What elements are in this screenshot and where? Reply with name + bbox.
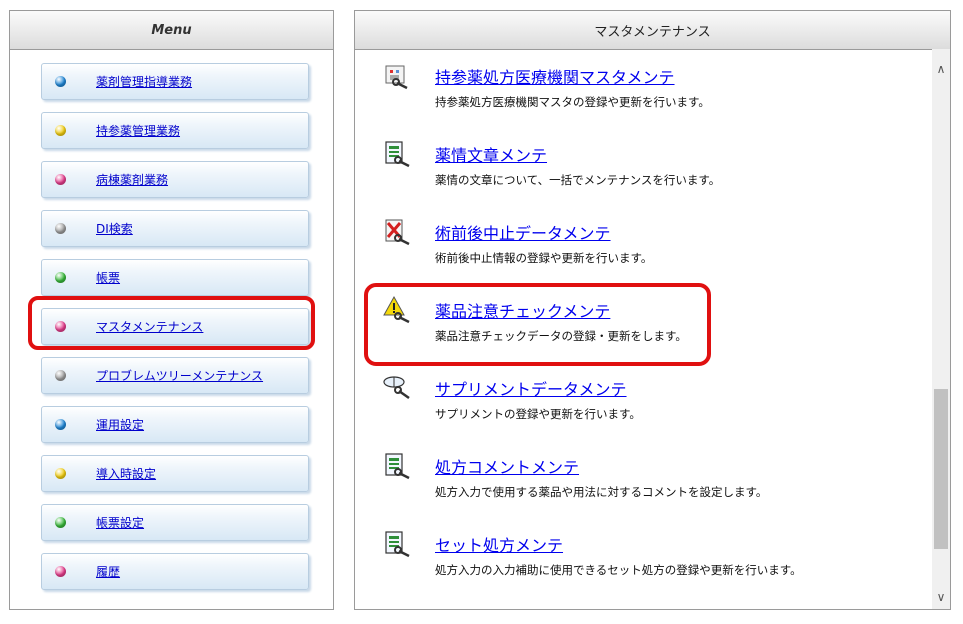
- document-wrench-icon: [385, 453, 410, 480]
- menu-item-label[interactable]: 履歴: [96, 563, 120, 580]
- bullet-icon: [55, 419, 66, 430]
- bullet-icon: [55, 76, 66, 87]
- menu-item-reports[interactable]: 帳票: [41, 259, 309, 296]
- entry-desc: 薬品注意チェックデータの登録・更新をします。: [435, 329, 687, 343]
- menu-item-report-settings[interactable]: 帳票設定: [41, 504, 309, 541]
- entry-drug-info-text: 薬情文章メンテ 薬情の文章について、一括でメンテナンスを行います。: [383, 139, 923, 209]
- bullet-icon: [55, 566, 66, 577]
- bullet-icon: [55, 321, 66, 332]
- bullet-icon: [55, 272, 66, 283]
- menu-item-di-search[interactable]: DI検索: [41, 210, 309, 247]
- entry-title[interactable]: サプリメントデータメンテ: [435, 376, 627, 400]
- scroll-up-icon[interactable]: ∧: [932, 59, 950, 79]
- menu-item-label[interactable]: 病棟薬剤業務: [96, 171, 168, 188]
- entry-title[interactable]: 薬品注意チェックメンテ: [435, 298, 610, 322]
- entry-desc: 薬情の文章について、一括でメンテナンスを行います。: [435, 173, 721, 187]
- entry-title[interactable]: 持参薬処方医療機関マスタメンテ: [435, 64, 675, 88]
- entry-drug-caution-check: 薬品注意チェックメンテ 薬品注意チェックデータの登録・更新をします。: [383, 295, 923, 365]
- menu-item-label[interactable]: 運用設定: [96, 416, 144, 433]
- entry-desc: 処方入力の入力補助に使用できるセット処方の登録や更新を行います。: [435, 563, 802, 577]
- menu-item-byoto[interactable]: 病棟薬剤業務: [41, 161, 309, 198]
- menu-header: Menu: [10, 11, 333, 50]
- main-header: マスタメンテナンス: [355, 11, 950, 50]
- menu-item-label[interactable]: 持参薬管理業務: [96, 122, 180, 139]
- menu-item-problem-tree[interactable]: プロブレムツリーメンテナンス: [41, 357, 309, 394]
- bullet-icon: [55, 174, 66, 185]
- entry-preop-stop: 術前後中止データメンテ 術前後中止情報の登録や更新を行います。: [383, 217, 923, 287]
- capsule-wrench-icon: [383, 376, 410, 400]
- menu-item-yakuzai-kanri[interactable]: 薬剤管理指導業務: [41, 63, 309, 100]
- hospital-wrench-icon: [385, 65, 408, 90]
- menu-item-setup-settings[interactable]: 導入時設定: [41, 455, 309, 492]
- bullet-icon: [55, 517, 66, 528]
- main-panel: マスタメンテナンス 持参薬処方医療機関マスタメンテ 持参薬処方医療機関マスタの登…: [354, 10, 951, 610]
- menu-item-label[interactable]: DI検索: [96, 220, 133, 237]
- bullet-icon: [55, 468, 66, 479]
- bullet-icon: [55, 125, 66, 136]
- menu-item-operation-settings[interactable]: 運用設定: [41, 406, 309, 443]
- scroll-down-icon[interactable]: ∨: [932, 587, 950, 607]
- stop-wrench-icon: [385, 219, 410, 246]
- entry-hospital-master: 持参薬処方医療機関マスタメンテ 持参薬処方医療機関マスタの登録や更新を行います。: [383, 61, 923, 131]
- entry-prescription-comment: 処方コメントメンテ 処方入力で使用する薬品や用法に対するコメントを設定します。: [383, 451, 923, 521]
- entry-title[interactable]: 術前後中止データメンテ: [435, 220, 611, 244]
- entry-desc: サプリメントの登録や更新を行います。: [435, 407, 641, 421]
- entry-title[interactable]: セット処方メンテ: [435, 532, 563, 556]
- bullet-icon: [55, 223, 66, 234]
- warning-wrench-icon: [383, 295, 410, 324]
- menu-item-label[interactable]: 導入時設定: [96, 465, 156, 482]
- menu-item-label[interactable]: マスタメンテナンス: [96, 318, 203, 335]
- bullet-icon: [55, 370, 66, 381]
- menu-panel: Menu 薬剤管理指導業務 持参薬管理業務 病棟薬剤業務 DI検索 帳票 マスタ…: [9, 10, 334, 610]
- menu-item-label[interactable]: 帳票: [96, 269, 120, 286]
- entry-desc: 術前後中止情報の登録や更新を行います。: [435, 251, 653, 265]
- menu-item-label[interactable]: 帳票設定: [96, 514, 144, 531]
- menu-item-label[interactable]: プロブレムツリーメンテナンス: [96, 367, 263, 384]
- menu-item-jisanyaku[interactable]: 持参薬管理業務: [41, 112, 309, 149]
- vertical-scrollbar[interactable]: ∧ ∨: [932, 49, 950, 609]
- menu-item-history[interactable]: 履歴: [41, 553, 309, 590]
- menu-item-master-maintenance[interactable]: マスタメンテナンス: [41, 308, 309, 345]
- scroll-thumb[interactable]: [934, 389, 948, 549]
- entry-desc: 処方入力で使用する薬品や用法に対するコメントを設定します。: [435, 485, 768, 499]
- entry-set-prescription: セット処方メンテ 処方入力の入力補助に使用できるセット処方の登録や更新を行います…: [383, 529, 923, 599]
- entry-supplement: サプリメントデータメンテ サプリメントの登録や更新を行います。: [383, 373, 923, 443]
- document-wrench-icon: [385, 531, 410, 558]
- menu-item-label[interactable]: 薬剤管理指導業務: [96, 73, 192, 90]
- document-wrench-icon: [385, 141, 410, 168]
- entry-title[interactable]: 処方コメントメンテ: [435, 454, 579, 478]
- entry-title[interactable]: 薬情文章メンテ: [435, 142, 547, 166]
- entry-desc: 持参薬処方医療機関マスタの登録や更新を行います。: [435, 95, 710, 109]
